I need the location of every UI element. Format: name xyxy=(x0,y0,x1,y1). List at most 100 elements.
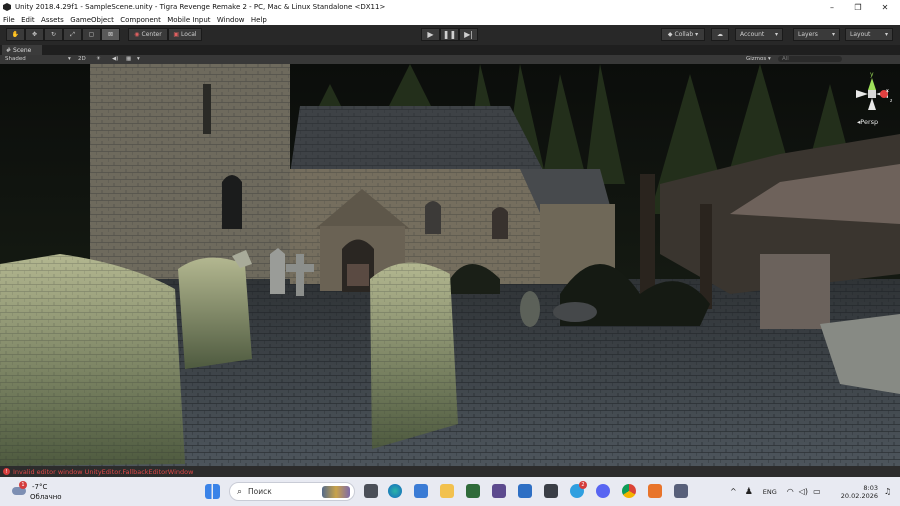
cloud-group: ☁ xyxy=(711,28,729,41)
menu-edit[interactable]: Edit xyxy=(18,16,38,24)
rect-tool-button[interactable]: ▢ xyxy=(82,28,101,41)
space-local-button[interactable]: ▣ Local xyxy=(168,28,202,41)
pause-icon: ❚❚ xyxy=(442,30,457,39)
wifi-icon[interactable]: ◠ xyxy=(787,487,794,496)
scene-search-input[interactable]: All xyxy=(778,56,842,62)
move-tool-button[interactable]: ✥ xyxy=(25,28,44,41)
window-title: Unity 2018.4.29f1 - SampleScene.unity - … xyxy=(15,3,386,11)
menu-mobile-input[interactable]: Mobile Input xyxy=(164,16,214,24)
transform-icon: ⊠ xyxy=(107,31,114,38)
audio-icon[interactable]: ◀) xyxy=(112,56,118,62)
start-icon[interactable] xyxy=(205,484,220,499)
chevron-down-icon: ▾ xyxy=(137,56,140,62)
chevron-down-icon: ▾ xyxy=(774,31,778,38)
toggle-2d-button[interactable]: 2D xyxy=(78,56,86,62)
chevron-down-icon: ▾ xyxy=(884,31,888,38)
stats-app-icon[interactable] xyxy=(466,484,480,498)
file-explorer-icon[interactable] xyxy=(440,484,454,498)
step-button[interactable]: ▶| xyxy=(459,28,478,41)
editor-app-icon[interactable] xyxy=(674,484,688,498)
scene-tab-icon: # xyxy=(6,46,12,54)
effects-icon[interactable]: ▦ xyxy=(126,56,131,62)
scene-viewport[interactable]: y x z ◂Persp xyxy=(0,64,900,466)
hand-tool-button[interactable]: ✋ xyxy=(6,28,25,41)
chrome-icon[interactable] xyxy=(622,484,636,498)
menu-window[interactable]: Window xyxy=(214,16,248,24)
error-icon: ! xyxy=(3,468,10,475)
scale-tool-button[interactable]: ⤢ xyxy=(63,28,82,41)
account-dropdown[interactable]: Account ▾ xyxy=(735,28,783,41)
search-highlight-icon xyxy=(322,485,350,498)
edge-icon[interactable] xyxy=(388,484,402,498)
svg-text:z: z xyxy=(890,98,892,104)
layout-dropdown[interactable]: Layout ▾ xyxy=(845,28,893,41)
console-message: Invalid editor window UnityEditor.Fallba… xyxy=(13,467,194,476)
close-button[interactable]: ✕ xyxy=(872,0,898,14)
volume-icon[interactable]: ◁) xyxy=(799,487,808,496)
chevron-up-icon[interactable]: ^ xyxy=(730,487,737,496)
pivot-center-button[interactable]: ◉ Center xyxy=(128,28,168,41)
chevron-down-icon: ▾ xyxy=(831,31,835,38)
bell-icon: ♫ xyxy=(884,487,892,496)
menu-bar: File Edit Assets GameObject Component Mo… xyxy=(0,14,900,25)
shading-mode-dropdown[interactable]: Shaded xyxy=(5,56,26,62)
menu-assets[interactable]: Assets xyxy=(38,16,67,24)
pivot-icon: ◉ xyxy=(134,31,140,38)
rotate-icon: ↻ xyxy=(50,31,57,38)
move-icon: ✥ xyxy=(31,31,38,38)
youtube-app-icon[interactable] xyxy=(544,484,558,498)
play-icon: ▶ xyxy=(427,30,434,39)
rotate-tool-button[interactable]: ↻ xyxy=(44,28,63,41)
cloud-button[interactable]: ☁ xyxy=(711,28,729,41)
browser-icon[interactable] xyxy=(648,484,662,498)
temperature: -7°C xyxy=(32,483,48,491)
photos-icon[interactable] xyxy=(518,484,532,498)
chevron-down-icon: ▾ xyxy=(68,56,71,62)
collab-group: ◆ Collab ▾ xyxy=(661,28,705,41)
windows-taskbar: 1 -7°C Облачно ⌕ Поиск 2 ^ ♟ ENG ◠ ◁) ▭ … xyxy=(0,477,900,506)
weather-badge: 1 xyxy=(19,481,27,489)
collab-dropdown[interactable]: ◆ Collab ▾ xyxy=(661,28,705,41)
notifications-icon[interactable]: ♫ xyxy=(884,477,891,506)
task-view-icon[interactable] xyxy=(364,484,378,498)
discord-icon[interactable] xyxy=(596,484,610,498)
layers-dropdown[interactable]: Layers ▾ xyxy=(793,28,840,41)
scene-render xyxy=(0,64,900,466)
menu-file[interactable]: File xyxy=(0,16,18,24)
step-icon: ▶| xyxy=(464,30,473,39)
menu-component[interactable]: Component xyxy=(117,16,164,24)
pivot-controls: ◉ Center ▣ Local xyxy=(128,28,202,41)
clock-date: 20.02.2026 xyxy=(840,491,878,500)
play-button[interactable]: ▶ xyxy=(421,28,440,41)
lighting-icon[interactable]: ☀ xyxy=(96,56,101,62)
console-status-bar[interactable]: ! Invalid editor window UnityEditor.Fall… xyxy=(0,466,900,477)
transform-tools: ✋ ✥ ↻ ⤢ ▢ ⊠ xyxy=(6,28,120,41)
telegram-badge: 2 xyxy=(579,481,587,489)
clock[interactable]: 8:03 20.02.2026 xyxy=(840,477,878,506)
scale-icon: ⤢ xyxy=(70,30,75,38)
system-tray: ^ ♟ ENG ◠ ◁) ▭ xyxy=(730,477,827,506)
weather-widget[interactable]: 1 -7°C Облачно xyxy=(10,481,70,503)
language-indicator[interactable]: ENG xyxy=(763,488,777,496)
hand-icon: ✋ xyxy=(11,31,20,38)
maximize-button[interactable]: ❐ xyxy=(845,0,871,14)
title-bar: Unity 2018.4.29f1 - SampleScene.unity - … xyxy=(0,0,900,14)
layout-group: Layout ▾ xyxy=(845,28,893,41)
minimize-button[interactable]: – xyxy=(819,0,845,14)
battery-icon[interactable]: ▭ xyxy=(813,487,821,496)
image-app-icon[interactable] xyxy=(492,484,506,498)
transform-tool-button[interactable]: ⊠ xyxy=(101,28,120,41)
clock-time: 8:03 xyxy=(863,483,878,492)
unity-logo-icon xyxy=(3,3,11,11)
search-icon: ⌕ xyxy=(237,486,243,497)
people-icon[interactable]: ♟ xyxy=(745,487,753,497)
store-icon[interactable] xyxy=(414,484,428,498)
menu-help[interactable]: Help xyxy=(248,16,270,24)
taskbar-search-input[interactable]: ⌕ Поиск xyxy=(229,482,355,501)
menu-gameobject[interactable]: GameObject xyxy=(67,16,117,24)
pause-button[interactable]: ❚❚ xyxy=(440,28,459,41)
svg-text:y: y xyxy=(870,71,874,78)
tab-scene[interactable]: # Scene xyxy=(2,45,42,55)
projection-label[interactable]: ◂Persp xyxy=(857,118,878,126)
gizmos-dropdown[interactable]: Gizmos ▾ xyxy=(746,56,771,62)
